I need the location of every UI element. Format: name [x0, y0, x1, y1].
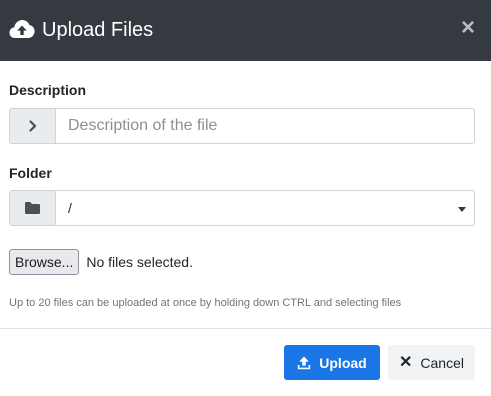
folder-select[interactable]: /	[55, 190, 475, 226]
footer-divider	[0, 328, 491, 329]
description-addon	[9, 108, 55, 144]
folder-label: Folder	[9, 165, 52, 181]
file-status: No files selected.	[86, 254, 193, 270]
modal-header: Upload Files ×	[0, 0, 491, 61]
description-input-group	[9, 108, 475, 144]
folder-input-group: /	[9, 190, 475, 226]
upload-button-label: Upload	[319, 354, 367, 371]
cloud-upload-icon	[9, 18, 35, 40]
cancel-button-label: Cancel	[420, 354, 464, 371]
description-input[interactable]	[55, 108, 475, 144]
folder-icon	[24, 201, 41, 215]
close-icon: ✕	[399, 353, 413, 371]
upload-button[interactable]: Upload	[284, 345, 380, 380]
close-button[interactable]: ×	[460, 16, 476, 40]
folder-selected-value: /	[68, 200, 72, 216]
caret-down-icon	[458, 207, 466, 212]
upload-icon	[297, 356, 311, 370]
description-label: Description	[9, 82, 87, 98]
chevron-right-icon	[28, 120, 38, 132]
modal-title: Upload Files	[42, 19, 154, 41]
folder-addon	[9, 190, 55, 226]
file-input: Browse... No files selected.	[9, 249, 193, 275]
upload-files-modal: Upload Files × Description Folder /	[0, 0, 491, 396]
browse-button[interactable]: Browse...	[9, 249, 80, 275]
cancel-button[interactable]: ✕ Cancel	[388, 345, 475, 380]
help-text: Up to 20 files can be uploaded at once b…	[9, 297, 402, 309]
